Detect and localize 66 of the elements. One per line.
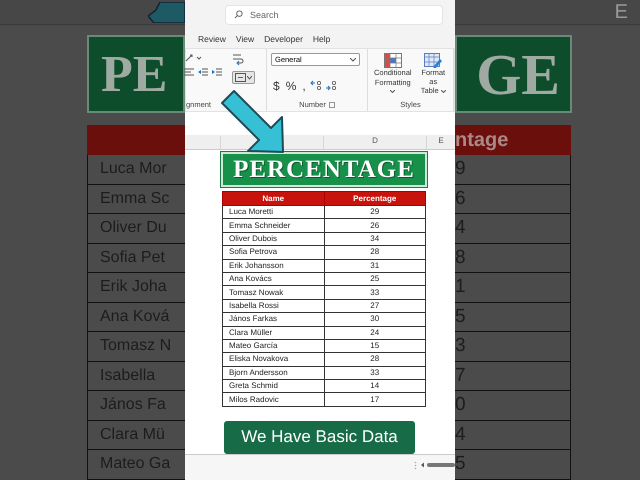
- column-header: ntage: [455, 128, 508, 152]
- title-banner: PERCENTAGE: [221, 152, 427, 187]
- indent-decrease-icon[interactable]: [198, 68, 208, 77]
- indent-increase-icon[interactable]: [212, 68, 222, 77]
- table-cell: 28: [324, 246, 426, 260]
- merge-icon: [235, 73, 246, 82]
- caption-label: We Have Basic Data: [224, 420, 415, 454]
- column-header[interactable]: D: [324, 136, 427, 149]
- search-icon: [234, 10, 243, 19]
- increase-decimal-icon[interactable]: [310, 80, 323, 91]
- caret-icon: [390, 90, 396, 94]
- table-cell: 26: [324, 218, 426, 232]
- title-banner: GE: [455, 35, 572, 113]
- merge-button[interactable]: [232, 71, 255, 84]
- column-header: E: [614, 0, 628, 24]
- table-cell: 27: [324, 299, 426, 313]
- table-cell: 34: [324, 232, 426, 246]
- table-cell: 24: [324, 326, 426, 340]
- column-header: Percentage: [324, 192, 426, 206]
- number-format-button[interactable]: %: [284, 78, 298, 92]
- search-field[interactable]: Search: [225, 5, 443, 25]
- table-cell: 29: [324, 206, 426, 219]
- scrollbar-icon[interactable]: [421, 462, 455, 468]
- caret-icon: [350, 58, 356, 62]
- ribbon-tab[interactable]: Help: [312, 34, 330, 44]
- table-cell: Mateo García: [222, 339, 324, 353]
- table-cell: 33: [324, 366, 426, 380]
- column-header: Name: [222, 192, 324, 206]
- table-cell: Tomasz Nowak: [222, 286, 324, 300]
- table-cell: 30: [324, 312, 426, 326]
- number-format-button[interactable]: $: [271, 78, 282, 92]
- caret-icon: [440, 90, 446, 94]
- table-cell: 33: [324, 286, 426, 300]
- ribbon-tab[interactable]: View: [236, 34, 254, 44]
- table-cell: Milos Radovic: [222, 392, 324, 406]
- table-cell: Clara Müller: [222, 326, 324, 340]
- decrease-decimal-icon[interactable]: [324, 80, 338, 91]
- table-cell: 17: [324, 392, 426, 406]
- ribbon-tab[interactable]: Developer: [264, 34, 303, 44]
- table-cell: Luca Moretti: [222, 206, 324, 219]
- table-pencil-icon: [424, 53, 442, 68]
- table-cell: Emma Schneider: [222, 218, 324, 232]
- table-cell: 31: [324, 259, 426, 272]
- table-cell: 28: [324, 352, 426, 366]
- align-icon[interactable]: [184, 68, 194, 77]
- caret-icon: [247, 76, 252, 80]
- column-header[interactable]: E: [427, 136, 455, 149]
- table-cell: 14: [324, 380, 426, 393]
- table-cell: 25: [324, 272, 426, 286]
- table-cell: Bjorn Andersson: [222, 366, 324, 380]
- table-cell: 15: [324, 339, 426, 353]
- table-cell: Eliska Novakova: [222, 352, 324, 366]
- table-cell: Oliver Dubois: [222, 232, 324, 246]
- table-cell: Isabella Rossi: [222, 299, 324, 313]
- table-cell: Erik Johansson: [222, 259, 324, 272]
- table-cell: Ana Kovács: [222, 272, 324, 286]
- number-format-button[interactable]: ,: [300, 78, 308, 92]
- ribbon-tab[interactable]: Review: [198, 34, 226, 44]
- wrap-text-icon[interactable]: [232, 53, 244, 66]
- title-banner: PE: [87, 35, 185, 113]
- dialog-launcher-icon[interactable]: [328, 102, 335, 108]
- table-grid-icon: [384, 53, 402, 68]
- table-cell: Greta Schmid: [222, 380, 324, 393]
- table-cell: Sofia Petrova: [222, 246, 324, 260]
- orientation-icon[interactable]: [184, 53, 202, 63]
- table-cell: János Farkas: [222, 312, 324, 326]
